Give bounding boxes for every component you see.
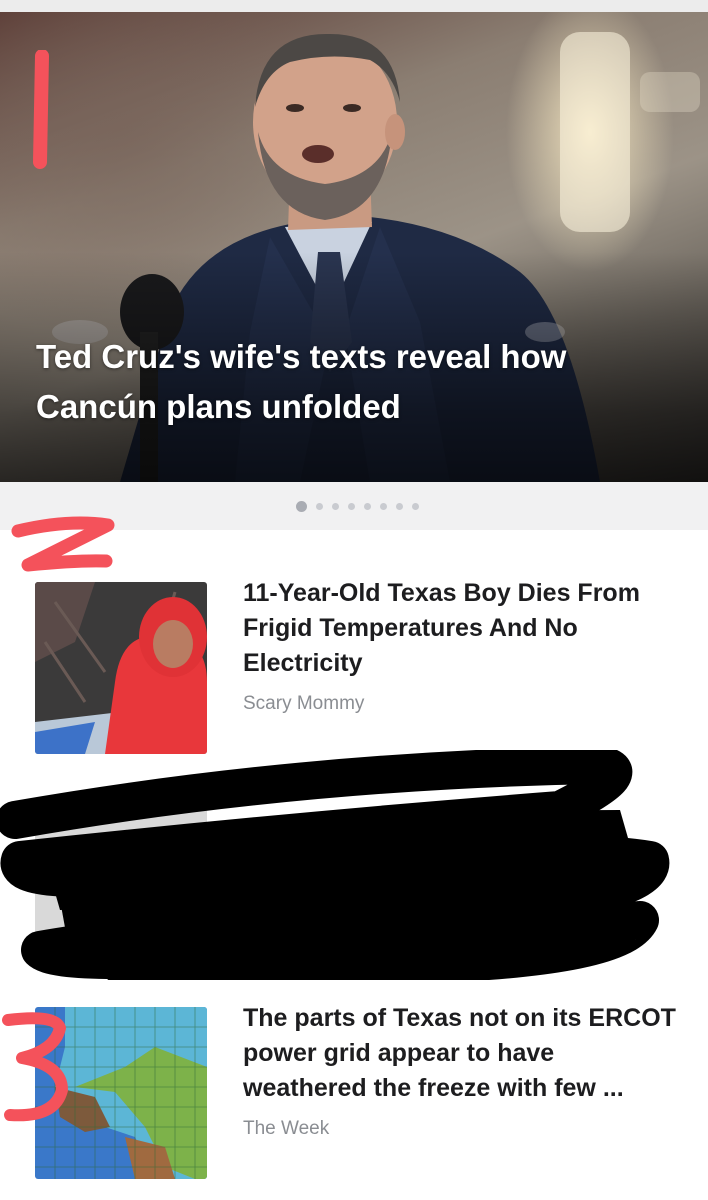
top-strip bbox=[0, 0, 708, 12]
article-thumbnail[interactable] bbox=[35, 582, 207, 754]
redaction-scribble bbox=[0, 750, 670, 980]
carousel-dot-5[interactable] bbox=[364, 503, 371, 510]
annotation-marker-1 bbox=[33, 50, 49, 169]
article-item[interactable]: 11-Year-Old Texas Boy Dies From Frigid T… bbox=[0, 579, 708, 755]
annotation-marker-2 bbox=[11, 516, 115, 572]
carousel-dot-7[interactable] bbox=[396, 503, 403, 510]
carousel-dot-6[interactable] bbox=[380, 503, 387, 510]
carousel-dot-1[interactable] bbox=[296, 501, 307, 512]
carousel-dot-8[interactable] bbox=[412, 503, 419, 510]
article-item[interactable]: The parts of Texas not on its ERCOT powe… bbox=[0, 1004, 708, 1185]
article-source: Scary Mommy bbox=[243, 693, 365, 714]
article-source: The Week bbox=[243, 1118, 330, 1139]
carousel-dot-4[interactable] bbox=[348, 503, 355, 510]
hero-story[interactable]: Ted Cruz's wife's texts reveal how Cancú… bbox=[0, 12, 708, 482]
article-headline[interactable]: The parts of Texas not on its ERCOT powe… bbox=[243, 1001, 683, 1106]
carousel-dot-3[interactable] bbox=[332, 503, 339, 510]
annotation-marker-3 bbox=[2, 1012, 68, 1122]
carousel-dots[interactable] bbox=[296, 501, 419, 512]
hero-headline[interactable]: Ted Cruz's wife's texts reveal how Cancú… bbox=[36, 332, 686, 432]
article-headline[interactable]: 11-Year-Old Texas Boy Dies From Frigid T… bbox=[243, 576, 683, 681]
carousel-dot-2[interactable] bbox=[316, 503, 323, 510]
